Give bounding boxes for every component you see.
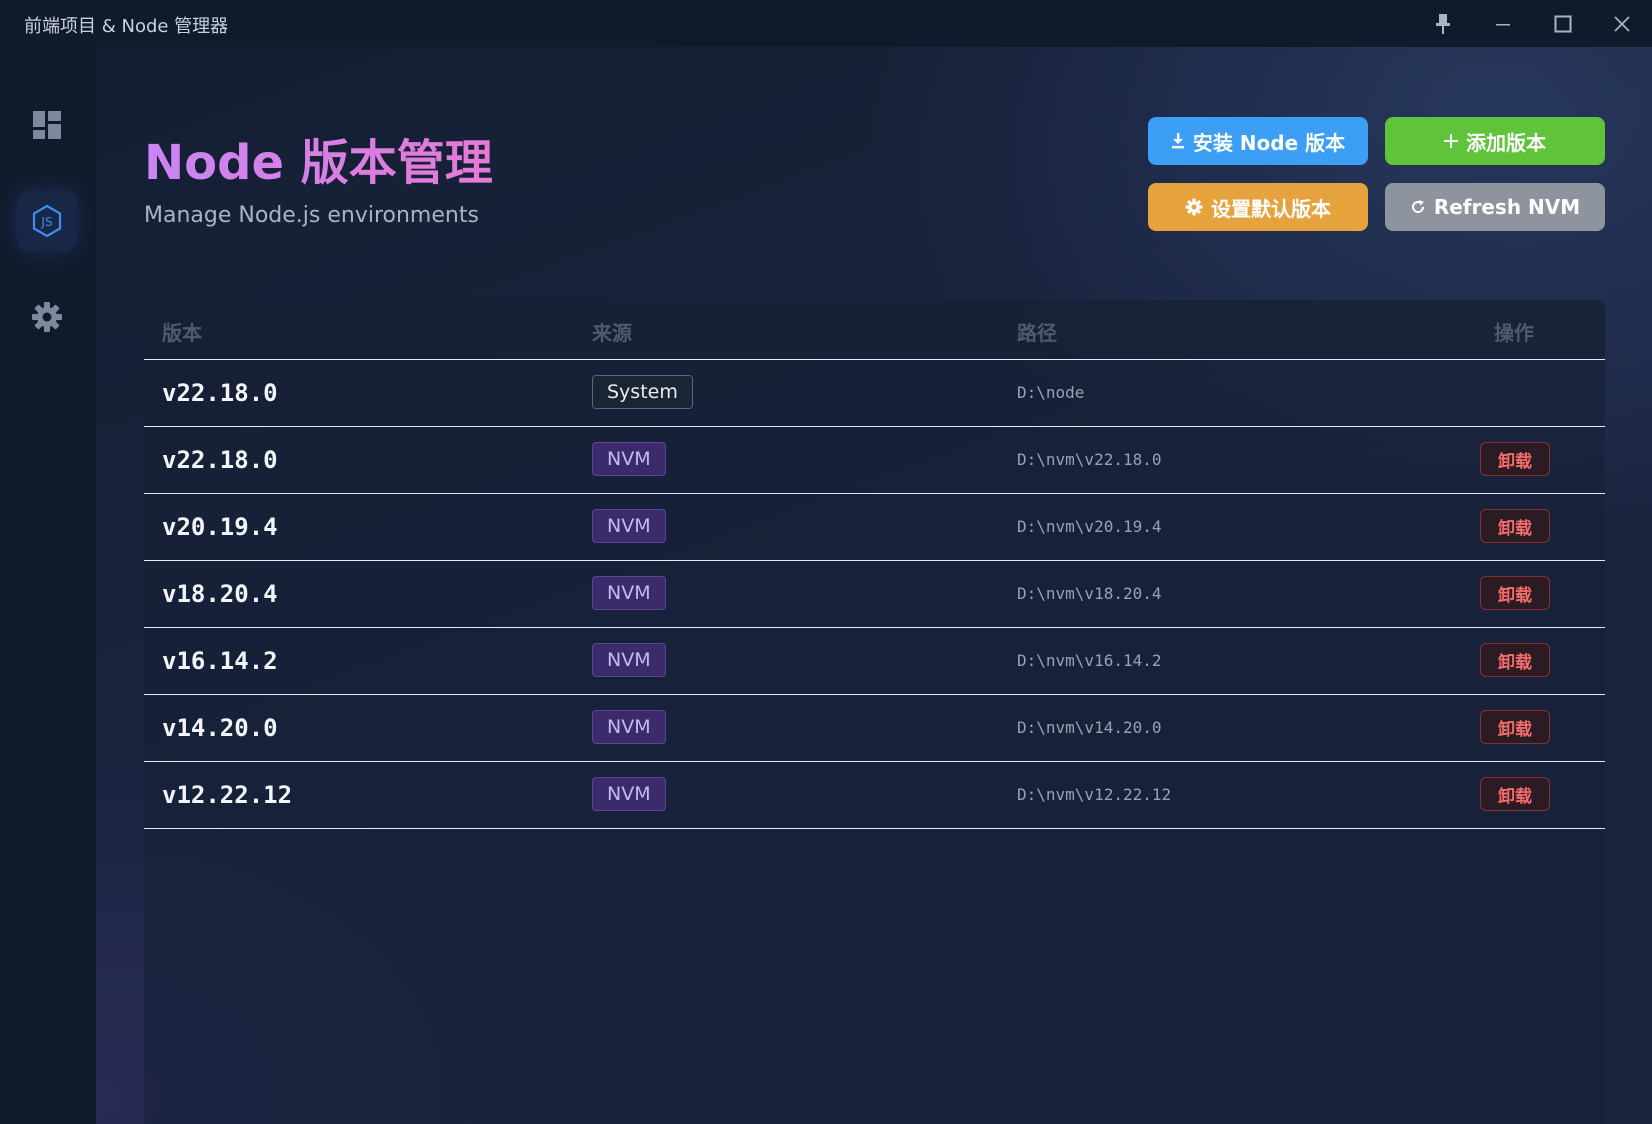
plus-icon xyxy=(1444,134,1458,148)
version-cell: v20.19.4 xyxy=(162,513,278,541)
table-row: v18.20.4 NVM D:\nvm\v18.20.4 卸载 xyxy=(144,561,1605,628)
title-bar: 前端项目 & Node 管理器 xyxy=(0,0,1652,47)
maximize-icon xyxy=(1554,15,1572,32)
install-node-button[interactable]: 安装 Node 版本 xyxy=(1148,117,1368,165)
uninstall-button[interactable]: 卸载 xyxy=(1480,643,1550,677)
minimize-icon xyxy=(1496,23,1510,25)
uninstall-button[interactable]: 卸载 xyxy=(1480,509,1550,543)
path-cell: D:\nvm\v22.18.0 xyxy=(1017,450,1162,469)
app-window: 前端项目 & Node 管理器 JS Node 版本管理 Manage Node… xyxy=(0,0,1652,1124)
source-badge: NVM xyxy=(592,509,666,543)
source-badge: System xyxy=(592,375,693,409)
table-row: v16.14.2 NVM D:\nvm\v16.14.2 卸载 xyxy=(144,628,1605,695)
uninstall-button[interactable]: 卸载 xyxy=(1480,442,1550,476)
refresh-nvm-label: Refresh NVM xyxy=(1433,195,1581,219)
table-row: v22.18.0 System D:\node xyxy=(144,360,1605,427)
column-header-actions: 操作 xyxy=(1494,321,1534,345)
column-header-version: 版本 xyxy=(162,321,202,345)
refresh-nvm-button[interactable]: Refresh NVM xyxy=(1385,183,1605,231)
uninstall-button[interactable]: 卸载 xyxy=(1480,576,1550,610)
page-subtitle: Manage Node.js environments xyxy=(144,203,479,228)
table-row: v14.20.0 NVM D:\nvm\v14.20.0 卸载 xyxy=(144,695,1605,762)
pin-icon xyxy=(1436,13,1450,34)
table-row: v20.19.4 NVM D:\nvm\v20.19.4 卸载 xyxy=(144,494,1605,561)
sidebar-item-settings[interactable] xyxy=(17,287,77,347)
path-cell: D:\nvm\v12.22.12 xyxy=(1017,785,1172,804)
source-badge: NVM xyxy=(592,777,666,811)
window-title: 前端项目 & Node 管理器 xyxy=(24,16,229,37)
path-cell: D:\nvm\v16.14.2 xyxy=(1017,651,1162,670)
add-version-label: 添加版本 xyxy=(1466,130,1546,155)
set-default-version-button[interactable]: 设置默认版本 xyxy=(1148,183,1368,231)
sidebar: JS xyxy=(0,47,96,1124)
path-cell: D:\node xyxy=(1017,383,1085,402)
table-row: v12.22.12 NVM D:\nvm\v12.22.12 卸载 xyxy=(144,762,1605,829)
minimize-button[interactable] xyxy=(1473,0,1533,47)
versions-table: 版本 来源 路径 操作 v22.18.0 System D:\node v22.… xyxy=(144,300,1605,1124)
nodejs-icon: JS xyxy=(32,204,62,238)
version-cell: v22.18.0 xyxy=(162,446,278,474)
sidebar-item-node[interactable]: JS xyxy=(17,191,77,251)
version-cell: v18.20.4 xyxy=(162,580,278,608)
source-badge: NVM xyxy=(592,643,666,677)
gear-icon xyxy=(1185,198,1203,216)
source-badge: NVM xyxy=(592,576,666,610)
close-icon xyxy=(1614,15,1630,32)
path-cell: D:\nvm\v20.19.4 xyxy=(1017,517,1162,536)
version-cell: v12.22.12 xyxy=(162,781,293,809)
dashboard-icon xyxy=(33,111,61,139)
svg-text:JS: JS xyxy=(40,215,52,229)
source-badge: NVM xyxy=(592,710,666,744)
uninstall-button[interactable]: 卸载 xyxy=(1480,710,1550,744)
table-header: 版本 来源 路径 操作 xyxy=(144,300,1605,360)
version-cell: v16.14.2 xyxy=(162,647,278,675)
download-icon xyxy=(1171,133,1185,149)
column-header-source: 来源 xyxy=(592,321,632,345)
table-row: v22.18.0 NVM D:\nvm\v22.18.0 卸载 xyxy=(144,427,1605,494)
path-cell: D:\nvm\v14.20.0 xyxy=(1017,718,1162,737)
path-cell: D:\nvm\v18.20.4 xyxy=(1017,584,1162,603)
pin-button[interactable] xyxy=(1413,0,1473,47)
uninstall-button[interactable]: 卸载 xyxy=(1480,777,1550,811)
install-node-label: 安装 Node 版本 xyxy=(1192,130,1346,155)
set-default-version-label: 设置默认版本 xyxy=(1211,196,1331,221)
version-cell: v22.18.0 xyxy=(162,379,278,407)
maximize-button[interactable] xyxy=(1533,0,1593,47)
source-badge: NVM xyxy=(592,442,666,476)
main-panel: Node 版本管理 Manage Node.js environments 安装… xyxy=(96,47,1652,1124)
add-version-button[interactable]: 添加版本 xyxy=(1385,117,1605,165)
version-cell: v14.20.0 xyxy=(162,714,278,742)
close-button[interactable] xyxy=(1592,0,1652,47)
refresh-icon xyxy=(1410,199,1426,215)
page-title: Node 版本管理 xyxy=(144,123,493,193)
gear-icon xyxy=(32,302,62,332)
sidebar-item-dashboard[interactable] xyxy=(17,95,77,155)
column-header-path: 路径 xyxy=(1017,321,1057,345)
